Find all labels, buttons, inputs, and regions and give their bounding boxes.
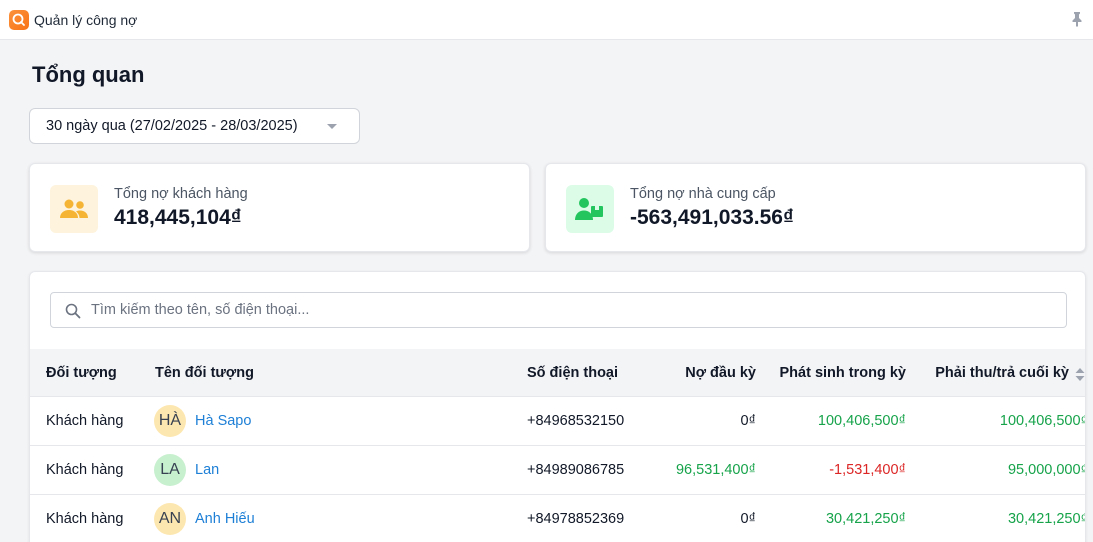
header-incurred[interactable]: Phát sinh trong kỳ — [780, 365, 907, 381]
table-row[interactable]: Khách hàng AN Anh Hiếu +84978852369 0₫ 3… — [30, 495, 1086, 542]
customer-name-link[interactable]: Hà Sapo — [195, 413, 251, 429]
app-title: Quản lý công nợ — [34, 11, 138, 28]
table-row[interactable]: Khách hàng LA Lan +84989086785 96,531,40… — [30, 446, 1086, 495]
cell-phone: +84968532150 — [527, 413, 625, 429]
customer-name-link[interactable]: Lan — [195, 462, 219, 478]
cell-closing-balance: 100,406,500₫ — [999, 413, 1086, 429]
cell-incurred: 30,421,250₫ — [825, 511, 906, 527]
debt-table-panel: Đối tượng Tên đối tượng Số điện thoại Nợ… — [29, 271, 1086, 542]
cell-opening-debt: 0₫ — [740, 511, 756, 527]
cell-type: Khách hàng — [46, 462, 124, 478]
search-input[interactable] — [91, 302, 1066, 318]
supplier-debt-card: Tổng nợ nhà cung cấp -563,491,033.56₫ — [545, 163, 1086, 252]
date-range-value: 30 ngày qua (27/02/2025 - 28/03/2025) — [46, 118, 298, 134]
supplier-icon — [566, 185, 614, 233]
cell-closing-balance: 30,421,250₫ — [1007, 511, 1086, 527]
cell-incurred: 100,406,500₫ — [817, 413, 906, 429]
cell-opening-debt: 0₫ — [740, 413, 756, 429]
sort-icon[interactable] — [1075, 368, 1085, 386]
app-logo-icon — [9, 9, 29, 30]
cell-opening-debt: 96,531,400₫ — [675, 462, 756, 478]
supplier-debt-label: Tổng nợ nhà cung cấp — [630, 186, 776, 202]
header-opening-debt[interactable]: Nợ đầu kỳ — [685, 365, 756, 381]
pin-icon[interactable] — [1069, 11, 1085, 27]
avatar: HÀ — [154, 405, 186, 437]
customer-debt-value: 418,445,104₫ — [114, 206, 242, 229]
header-phone[interactable]: Số điện thoại — [527, 365, 618, 381]
avatar: LA — [154, 454, 186, 486]
title-bar: Quản lý công nợ — [0, 0, 1093, 40]
page-title: Tổng quan — [32, 62, 145, 87]
search-box[interactable] — [50, 292, 1067, 328]
customer-name-link[interactable]: Anh Hiếu — [195, 511, 255, 527]
table-row[interactable]: Khách hàng HÀ Hà Sapo +84968532150 0₫ 10… — [30, 397, 1086, 446]
search-icon — [65, 303, 81, 324]
customer-debt-label: Tổng nợ khách hàng — [114, 186, 248, 202]
cell-incurred: -1,531,400₫ — [829, 462, 906, 478]
date-range-select[interactable]: 30 ngày qua (27/02/2025 - 28/03/2025) — [29, 108, 360, 144]
header-name[interactable]: Tên đối tượng — [155, 365, 254, 381]
cell-phone: +84978852369 — [527, 511, 625, 527]
cell-type: Khách hàng — [46, 511, 124, 527]
customer-debt-card: Tổng nợ khách hàng 418,445,104₫ — [29, 163, 530, 252]
table-header: Đối tượng Tên đối tượng Số điện thoại Nợ… — [30, 349, 1085, 397]
chevron-down-icon — [327, 124, 337, 129]
cell-closing-balance: 95,000,000₫ — [1007, 462, 1086, 478]
cell-phone: +84989086785 — [527, 462, 625, 478]
header-closing-balance[interactable]: Phải thu/trả cuối kỳ — [935, 365, 1069, 381]
users-icon — [50, 185, 98, 233]
header-type[interactable]: Đối tượng — [46, 365, 117, 381]
supplier-debt-value: -563,491,033.56₫ — [630, 206, 794, 229]
avatar: AN — [154, 503, 186, 535]
cell-type: Khách hàng — [46, 413, 124, 429]
